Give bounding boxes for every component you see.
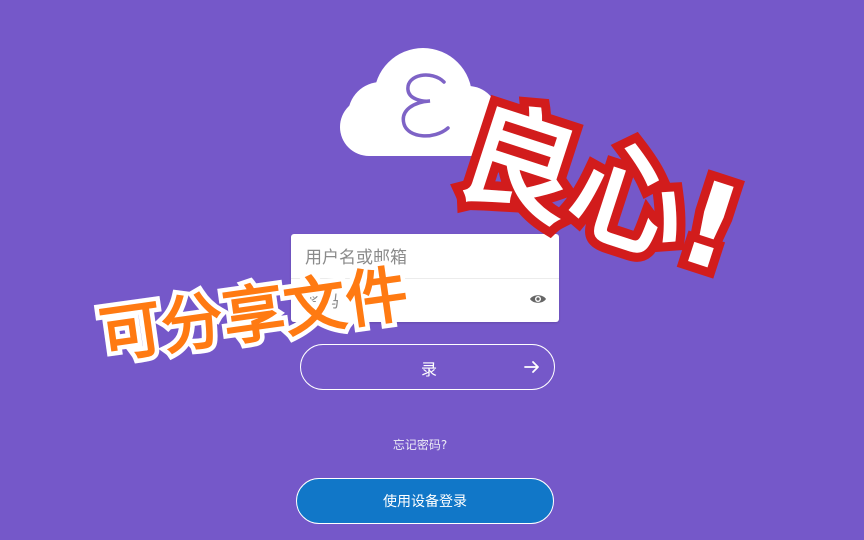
show-password-eye-icon[interactable] xyxy=(529,292,547,306)
login-button[interactable]: 录 xyxy=(300,344,555,390)
login-button-label: 录 xyxy=(421,360,438,379)
forgot-password-link[interactable]: 忘记密码? xyxy=(350,436,490,453)
logo-e-icon xyxy=(401,73,450,138)
device-login-button[interactable]: 使用设备登录 xyxy=(296,478,554,524)
arrow-right-icon xyxy=(524,361,539,373)
